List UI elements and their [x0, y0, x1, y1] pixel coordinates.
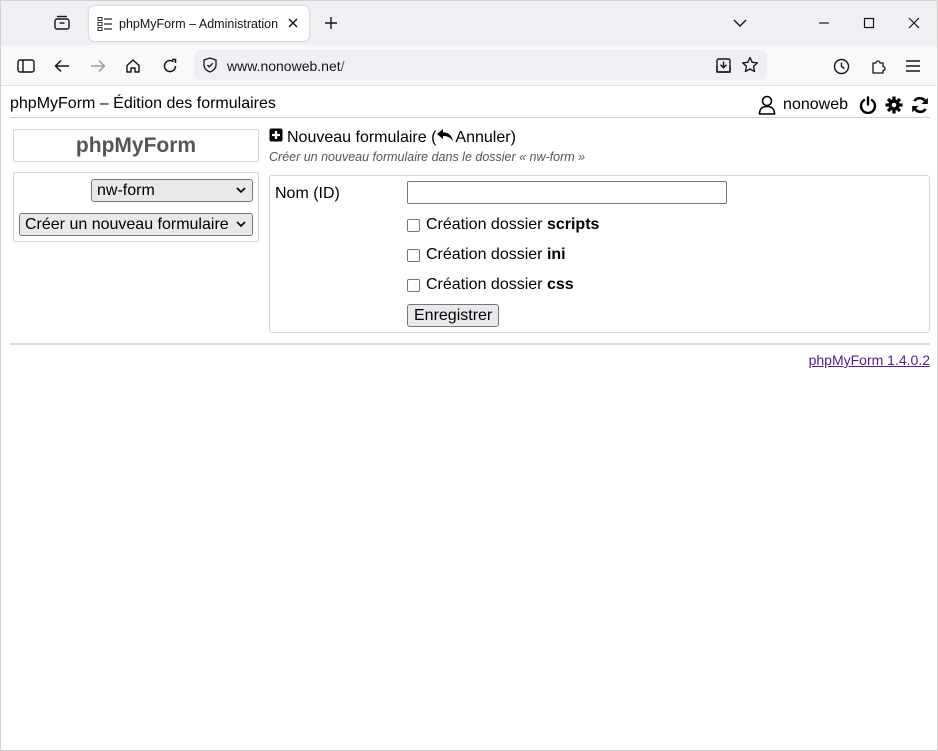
sidebar-toggle-icon[interactable] [13, 53, 39, 79]
scripts-checkbox[interactable] [407, 218, 420, 232]
forward-icon[interactable] [85, 53, 111, 79]
tab-bar: phpMyForm – Administration [1, 1, 937, 45]
address-bar[interactable]: www.nonoweb.net/ [194, 50, 767, 80]
maximize-icon[interactable] [854, 9, 884, 37]
css-checkbox[interactable] [407, 278, 420, 292]
browser-window: phpMyForm – Administration www.nonoweb.n… [0, 0, 938, 751]
reply-icon[interactable] [436, 128, 454, 147]
css-checkbox-row[interactable]: Création dossier css [407, 276, 574, 294]
page-title: phpMyForm – Édition des formulaires [10, 95, 276, 112]
header-actions: nonoweb [757, 95, 930, 115]
form-title-close: ) [510, 128, 516, 146]
logo-box: phpMyForm [13, 129, 259, 162]
ini-label: ini [546, 246, 566, 263]
folder-select-value: nw-form [97, 182, 155, 199]
checkbox-prefix: Création dossier [426, 276, 543, 293]
chevron-down-icon[interactable] [729, 13, 751, 33]
gear-icon[interactable] [884, 95, 904, 115]
extensions-icon[interactable] [865, 53, 891, 79]
scripts-label: scripts [546, 216, 600, 233]
home-icon[interactable] [120, 53, 146, 79]
ini-checkbox-row[interactable]: Création dossier ini [407, 246, 566, 264]
action-select[interactable]: Créer un nouveau formulaire [19, 213, 253, 236]
form-subtitle: Créer un nouveau formulaire dans le doss… [269, 150, 586, 164]
tab-active[interactable]: phpMyForm – Administration [89, 6, 309, 41]
ini-checkbox[interactable] [407, 248, 420, 262]
chevron-down-icon [236, 221, 246, 228]
folder-select[interactable]: nw-form [91, 179, 253, 202]
new-tab-icon[interactable] [321, 13, 341, 33]
menu-icon[interactable] [900, 53, 926, 79]
close-tab-icon[interactable] [285, 15, 301, 31]
save-button[interactable]: Enregistrer [407, 304, 500, 327]
back-icon[interactable] [49, 53, 75, 79]
sidebar-panel: nw-form Créer un nouveau formulaire [13, 172, 259, 242]
reload-icon[interactable] [157, 53, 183, 79]
user-icon [757, 95, 777, 115]
version-link[interactable]: phpMyForm 1.4.0.2 [809, 352, 930, 368]
url-path: / [340, 58, 345, 74]
footer-divider [10, 343, 930, 345]
form-title: Nouveau formulaire ( Annuler ) [269, 128, 585, 147]
new-form-panel: Nom (ID) Création dossier scripts Créati… [269, 175, 930, 333]
page-header: phpMyForm – Édition des formulaires nono… [10, 94, 930, 118]
page-content: phpMyForm – Édition des formulaires nono… [1, 86, 937, 750]
name-input[interactable] [407, 181, 727, 204]
form-list-icon [97, 16, 113, 32]
firefox-view-icon[interactable] [49, 11, 75, 35]
history-icon[interactable] [828, 53, 854, 79]
tab-title: phpMyForm – Administration [119, 16, 279, 31]
close-window-icon[interactable] [899, 9, 929, 37]
action-select-value: Créer un nouveau formulaire [25, 216, 229, 233]
plus-square-icon [269, 128, 283, 147]
app-logo: phpMyForm [75, 133, 197, 157]
navigation-bar: www.nonoweb.net/ [1, 45, 937, 86]
chevron-down-icon [236, 187, 246, 194]
form-header: Nouveau formulaire ( Annuler ) Créer un … [269, 128, 585, 164]
scripts-checkbox-row[interactable]: Création dossier scripts [407, 216, 599, 234]
url-domain: www.nonoweb.net [227, 58, 341, 74]
user-name: nonoweb [783, 96, 848, 113]
checkbox-prefix: Création dossier [426, 246, 543, 263]
css-label: css [546, 276, 574, 293]
shield-icon[interactable] [202, 57, 218, 73]
power-icon[interactable] [858, 95, 878, 115]
name-label: Nom (ID) [275, 185, 340, 202]
minimize-icon[interactable] [809, 9, 839, 37]
cancel-link[interactable]: Annuler [455, 129, 510, 147]
refresh-icon[interactable] [910, 95, 930, 115]
download-icon[interactable] [714, 56, 732, 74]
checkbox-prefix: Création dossier [426, 216, 543, 233]
url-text: www.nonoweb.net/ [227, 58, 345, 74]
form-title-text: Nouveau formulaire ( [287, 128, 437, 146]
star-icon[interactable] [741, 56, 759, 74]
